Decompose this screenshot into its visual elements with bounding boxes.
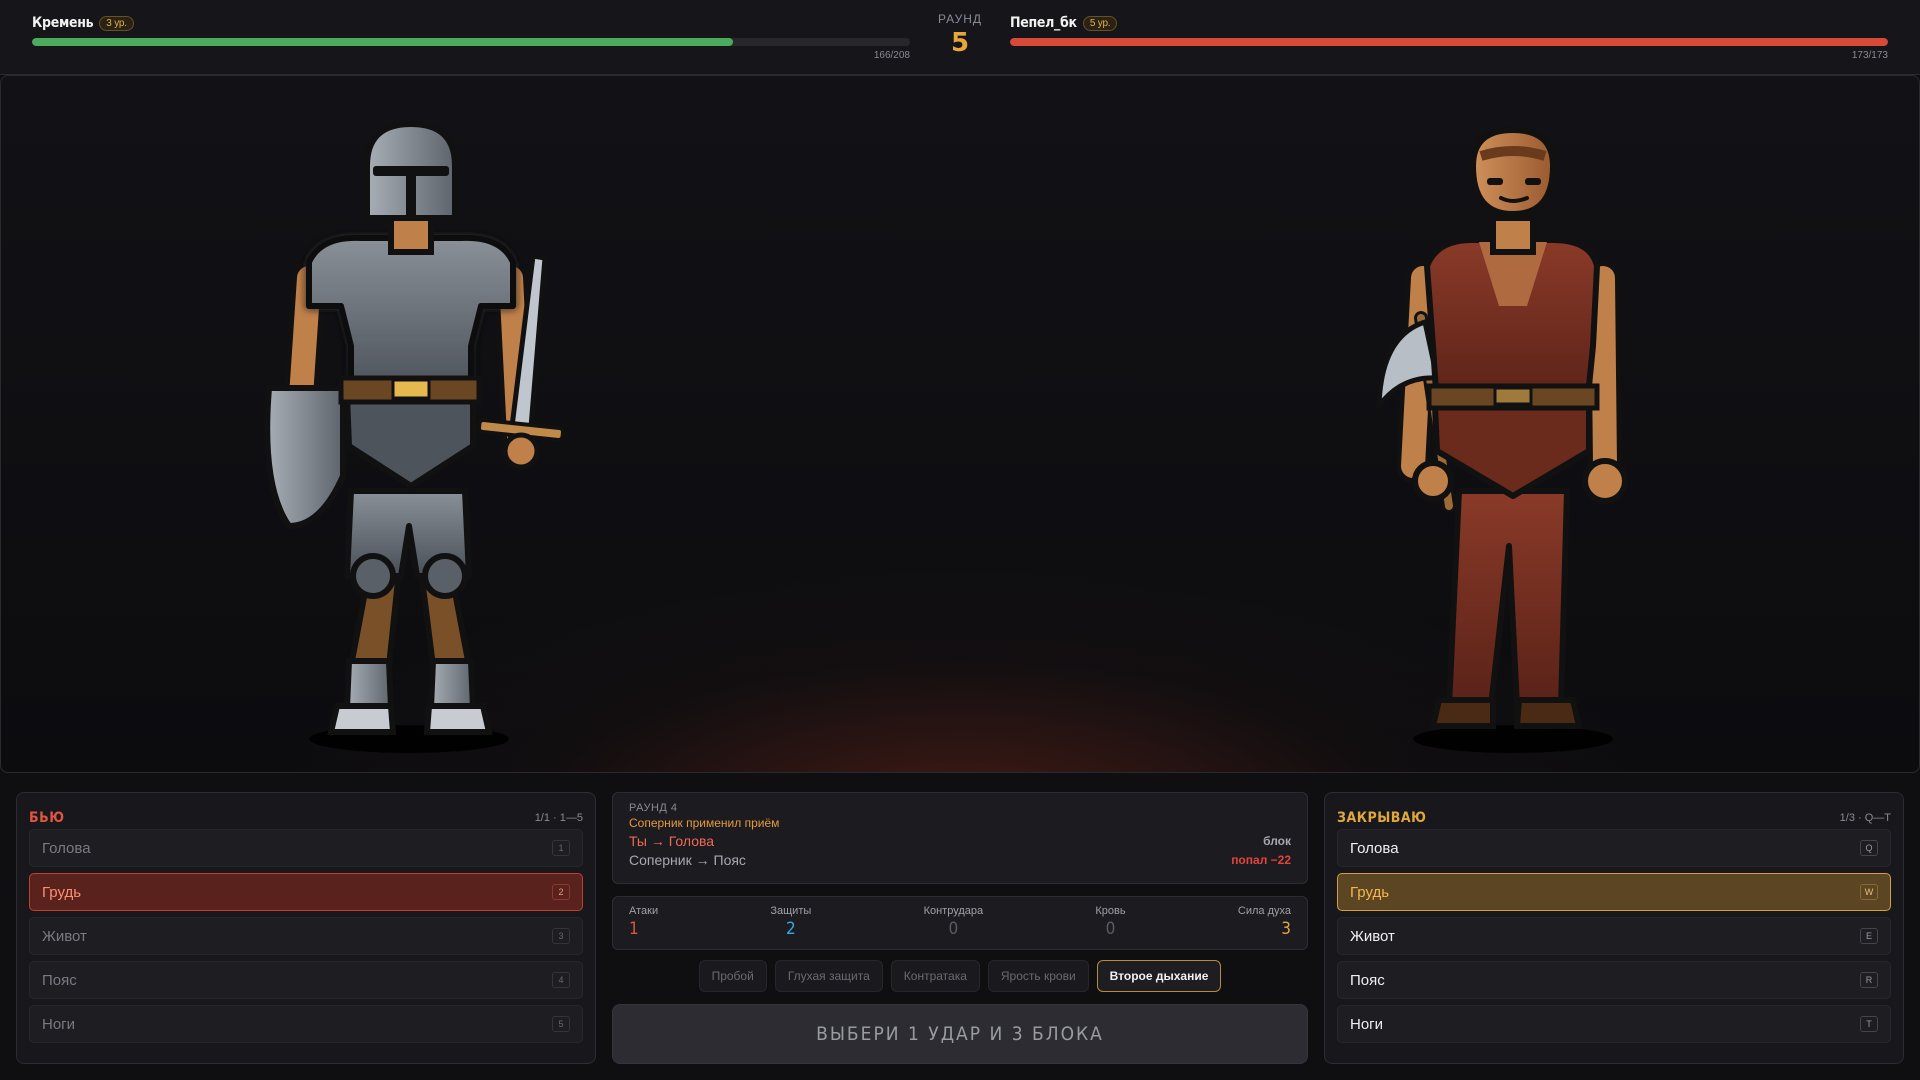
arena (0, 75, 1920, 773)
attack-zone-3[interactable]: Живот 3 (29, 917, 583, 955)
player-status: Кремень 3 ур. 166/208 (32, 14, 910, 61)
attack-zone-hotkey: 3 (552, 928, 570, 944)
stat-value: 0 (948, 919, 959, 939)
attack-panel-hint: 1/1 · 1—5 (534, 812, 583, 824)
block-panel: ЗАКРЫВАЮ 1/3 · Q—T Голова Q Грудь W Живот E По… (1324, 792, 1904, 1064)
block-panel-hint: 1/3 · Q—T (1839, 812, 1891, 824)
attack-zone-hotkey: 5 (552, 1016, 570, 1032)
stat-item: Защиты 2 (770, 905, 811, 941)
attack-zone-2[interactable]: Грудь 2 (29, 873, 583, 911)
round-indicator: РАУНД 5 (910, 12, 1010, 58)
attack-zone-label: Пояс (42, 971, 77, 989)
opponent-hp-text: 173/173 (1851, 50, 1888, 61)
opponent-status: Пепел_бк 5 ур. 173/173 (1010, 14, 1888, 61)
attack-zone-label: Грудь (42, 883, 82, 901)
confirm-turn-button[interactable]: ВЫБЕРИ 1 УДАР И 3 БЛОКА (612, 1004, 1308, 1064)
stat-item: Контрудара 0 (924, 905, 984, 941)
block-zone-label: Живот (1350, 927, 1395, 945)
top-hud: Кремень 3 ур. 166/208 РАУНД 5 Пепел_бк 5… (0, 0, 1920, 75)
block-zone-hotkey: E (1860, 928, 1878, 944)
block-zone-list: Голова Q Грудь W Живот E Пояс R Ноги T (1325, 829, 1903, 1043)
stat-label: Кровь (1095, 905, 1126, 917)
block-zone-4[interactable]: Пояс R (1337, 961, 1891, 999)
log-line-opponent: Соперник → Пояс попал −22 (629, 852, 1291, 868)
opponent-hp-bar (1010, 38, 1888, 46)
attack-zone-label: Ноги (42, 1015, 76, 1033)
stat-item: Сила духа 3 (1238, 905, 1291, 941)
stat-item: Атаки 1 (629, 905, 658, 941)
block-zone-label: Ноги (1350, 1015, 1384, 1033)
block-zone-label: Голова (1350, 839, 1399, 857)
log-opponent-result: попал −22 (1231, 853, 1291, 867)
technique-button[interactable]: Второе дыхание (1096, 960, 1222, 992)
stat-item: Кровь 0 (1095, 905, 1125, 941)
attack-zone-hotkey: 1 (552, 840, 570, 856)
attack-zone-hotkey: 2 (552, 884, 570, 900)
technique-row: Пробой Глухая защита Контратака Ярость кров… (612, 960, 1308, 994)
opponent-hp-fill (1010, 38, 1888, 46)
log-player-attack: Ты → Голова (629, 833, 715, 849)
block-zone-label: Пояс (1350, 971, 1385, 989)
technique-button[interactable]: Ярость крови (987, 960, 1089, 992)
stat-value: 1 (629, 919, 639, 939)
stat-value: 3 (1281, 919, 1291, 939)
log-note: Соперник применил приём (629, 816, 780, 830)
log-line-player: Ты → Голова блок (629, 833, 1291, 849)
opponent-barbarian (1376, 126, 1628, 753)
block-zone-3[interactable]: Живот E (1337, 917, 1891, 955)
block-zone-hotkey: W (1860, 884, 1878, 900)
round-label: РАУНД (937, 12, 983, 26)
attack-zone-4[interactable]: Пояс 4 (29, 961, 583, 999)
player-hp-fill (32, 38, 733, 46)
attack-panel: БЬЮ 1/1 · 1—5 Голова 1 Грудь 2 Живот 3 Пояс 4 Но… (16, 792, 596, 1064)
stat-value: 0 (1105, 919, 1116, 939)
technique-button[interactable]: Пробой (698, 960, 767, 992)
block-zone-hotkey: Q (1860, 840, 1878, 856)
attack-zone-label: Живот (42, 927, 87, 945)
attack-zone-5[interactable]: Ноги 5 (29, 1005, 583, 1043)
player-hp-text: 166/208 (873, 50, 910, 61)
attack-zone-hotkey: 4 (552, 972, 570, 988)
attack-zone-label: Голова (42, 839, 91, 857)
attack-panel-title: БЬЮ (29, 810, 65, 826)
attack-zone-1[interactable]: Голова 1 (29, 829, 583, 867)
attack-zone-list: Голова 1 Грудь 2 Живот 3 Пояс 4 Ноги 5 (17, 829, 595, 1043)
block-zone-label: Грудь (1350, 883, 1390, 901)
round-log: РАУНД 4 Соперник применил приём Ты → Гол… (612, 792, 1308, 884)
opponent-level-badge: 5 ур. (1082, 15, 1118, 31)
stat-value: 2 (785, 919, 796, 939)
player-knight (264, 120, 566, 753)
stat-label: Контрудара (923, 905, 984, 917)
block-zone-hotkey: T (1860, 1016, 1878, 1032)
stat-label: Защиты (770, 905, 812, 917)
player-level-badge: 3 ур. (99, 15, 134, 31)
block-zone-1[interactable]: Голова Q (1337, 829, 1891, 867)
resource-stats: Атаки 1 Защиты 2 Контрудара 0 Кровь 0 Сила духа 3 (612, 896, 1308, 950)
block-zone-hotkey: R (1860, 972, 1878, 988)
player-hp-bar (32, 38, 910, 46)
technique-button[interactable]: Глухая защита (774, 960, 883, 992)
player-name: Кремень (32, 15, 94, 31)
stat-label: Сила духа (1237, 905, 1291, 917)
block-panel-title: ЗАКРЫВАЮ (1337, 810, 1427, 826)
block-zone-2[interactable]: Грудь W (1337, 873, 1891, 911)
opponent-name: Пепел_бк (1010, 15, 1077, 31)
log-round-label: РАУНД 4 (629, 802, 678, 814)
technique-button[interactable]: Контратака (890, 960, 980, 992)
block-zone-5[interactable]: Ноги T (1337, 1005, 1891, 1043)
stat-label: Атаки (629, 905, 659, 917)
log-opponent-attack: Соперник → Пояс (629, 852, 746, 868)
log-player-result: блок (1263, 834, 1291, 848)
round-number: 5 (950, 28, 970, 58)
